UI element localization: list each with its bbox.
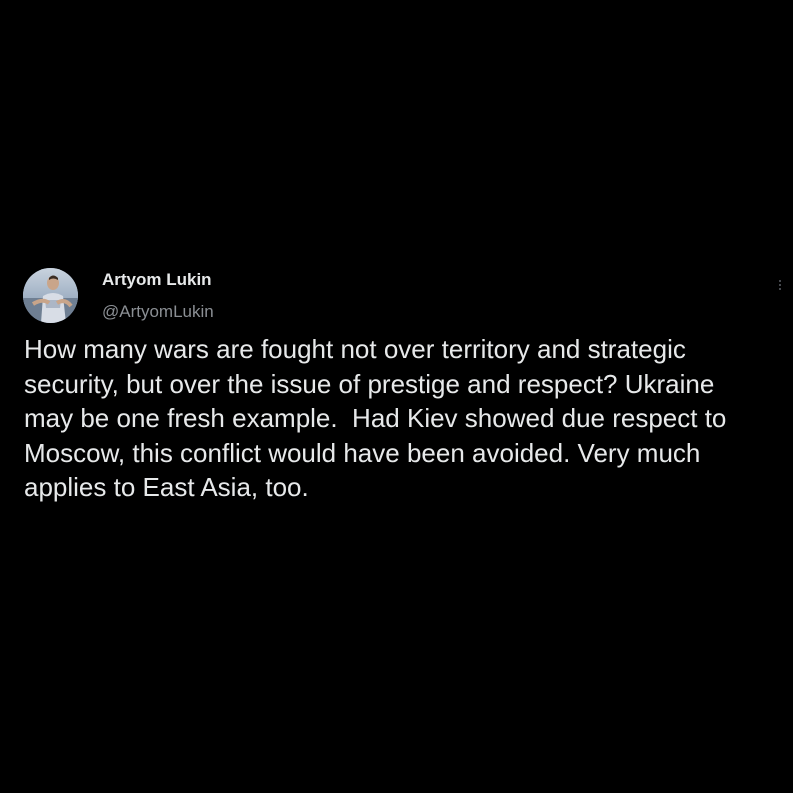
profile-photo-icon	[23, 268, 78, 323]
tweet-text-line: Moscow, this conflict would have been av…	[24, 437, 701, 468]
avatar[interactable]	[23, 268, 78, 323]
menu-dot	[779, 280, 781, 282]
tweet-text-line: applies to East Asia, too.	[24, 472, 309, 502]
user-handle[interactable]: @ArtyomLukin	[102, 302, 214, 322]
tweet-card: Artyom Lukin @ArtyomLukin How many wars …	[0, 0, 793, 793]
tweet-text-line: security, but over the issue of prestige…	[24, 368, 715, 399]
vertical-ellipsis-icon[interactable]	[770, 275, 790, 295]
tweet-text: How many wars are fought not over territ…	[24, 332, 784, 505]
tweet-text-line: may be one fresh example. Had Kiev showe…	[24, 403, 727, 433]
display-name[interactable]: Artyom Lukin	[102, 270, 212, 290]
tweet-text-line: How many wars are fought not over territ…	[24, 334, 686, 364]
menu-dot	[779, 284, 781, 286]
menu-dot	[779, 288, 781, 290]
